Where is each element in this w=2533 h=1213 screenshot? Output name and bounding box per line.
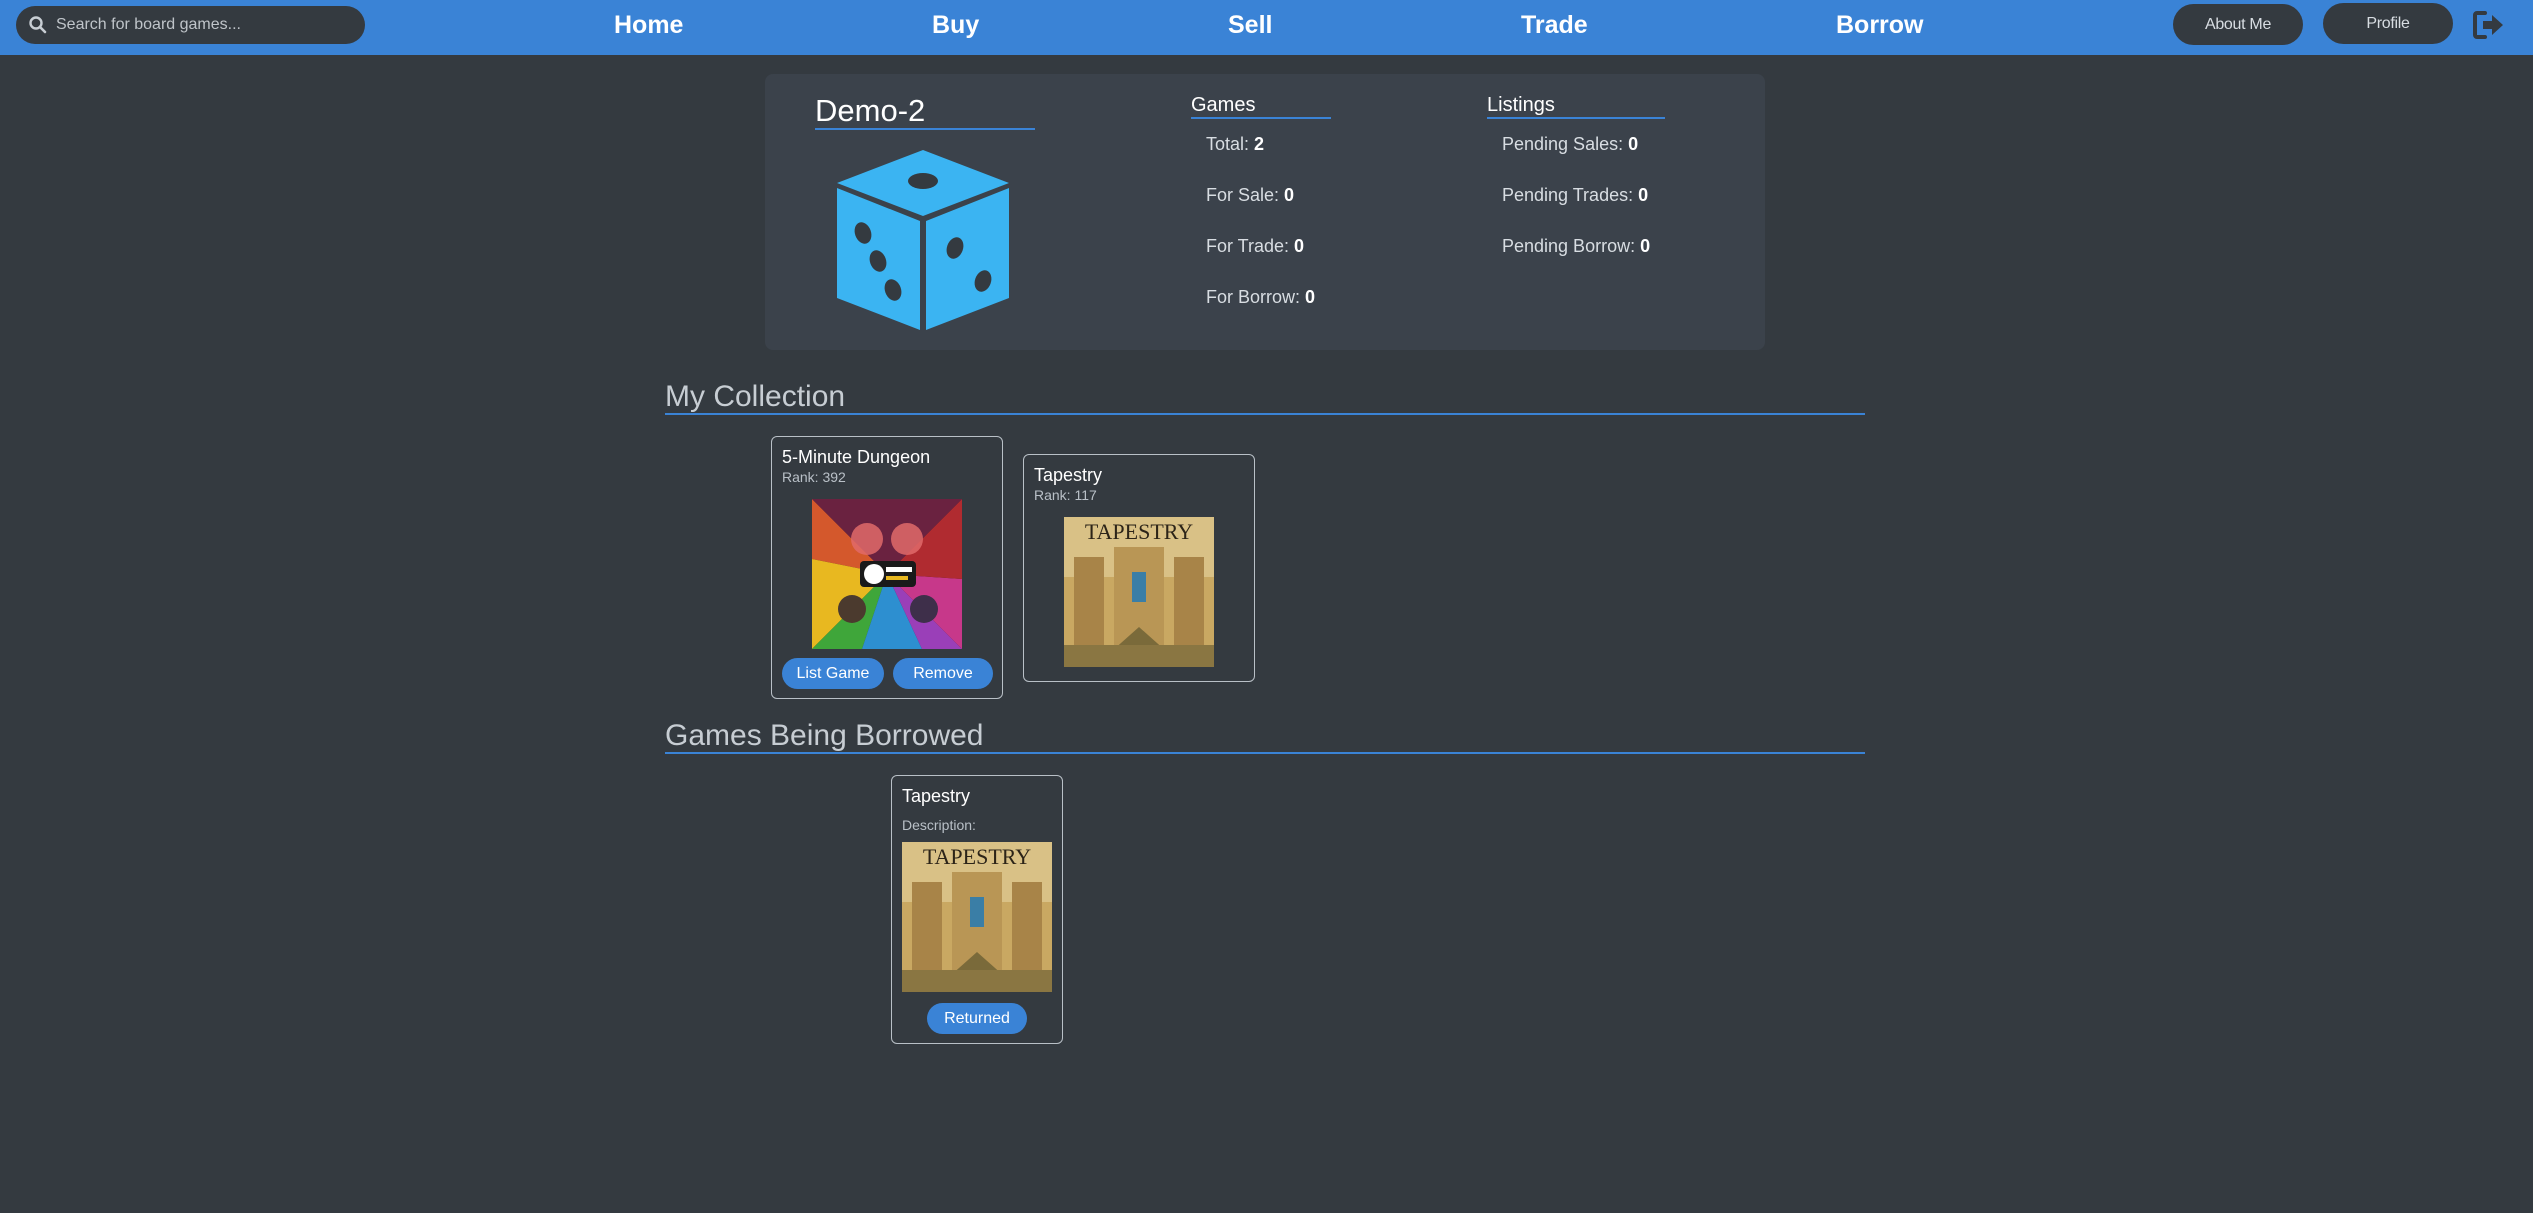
search-icon bbox=[29, 16, 47, 34]
my-collection-divider bbox=[665, 413, 1865, 415]
stat-pending-trades: Pending Trades: 0 bbox=[1502, 185, 1649, 205]
profile-button[interactable]: Profile bbox=[2323, 3, 2453, 44]
nav-buy-link[interactable]: Buy bbox=[932, 11, 979, 40]
top-navbar: Home Buy Sell Trade Borrow About Me Prof… bbox=[0, 0, 2533, 55]
game-cover-image: TAPESTRY bbox=[1064, 517, 1214, 667]
my-collection-heading: My Collection bbox=[665, 380, 846, 413]
games-title-underline bbox=[1191, 117, 1331, 119]
username-heading: Demo-2 bbox=[815, 93, 926, 128]
stat-pending-sales: Pending Sales: 0 bbox=[1502, 134, 1639, 154]
search-bar[interactable] bbox=[16, 6, 365, 44]
search-input[interactable] bbox=[56, 6, 356, 44]
game-rank: Rank: 392 bbox=[782, 469, 846, 485]
game-title: 5-Minute Dungeon bbox=[782, 447, 931, 467]
logout-icon[interactable] bbox=[2472, 10, 2506, 40]
games-being-borrowed-divider bbox=[665, 752, 1865, 754]
games-stats-title: Games bbox=[1191, 94, 1256, 116]
about-me-button[interactable]: About Me bbox=[2173, 4, 2303, 45]
game-cover-image bbox=[812, 499, 962, 649]
collection-card-tapestry: Tapestry Rank: 117 TAPESTRY bbox=[1023, 454, 1255, 682]
stat-total: Total: 2 bbox=[1206, 134, 1265, 154]
nav-sell-link[interactable]: Sell bbox=[1228, 11, 1272, 40]
game-rank: Rank: 117 bbox=[1034, 487, 1097, 503]
tapestry-cover-word: TAPESTRY bbox=[1085, 519, 1193, 544]
remove-game-button[interactable]: Remove bbox=[893, 658, 993, 689]
games-being-borrowed-heading: Games Being Borrowed bbox=[665, 719, 984, 752]
nav-trade-link[interactable]: Trade bbox=[1521, 11, 1588, 40]
nav-borrow-link[interactable]: Borrow bbox=[1836, 11, 1924, 40]
game-title: Tapestry bbox=[902, 786, 971, 806]
username-underline bbox=[815, 128, 1035, 130]
game-title: Tapestry bbox=[1034, 465, 1103, 485]
listings-title-underline bbox=[1487, 117, 1665, 119]
stat-for-sale: For Sale: 0 bbox=[1206, 185, 1295, 205]
collection-card-5-minute-dungeon: 5-Minute Dungeon Rank: 392 List Game Rem… bbox=[771, 436, 1003, 699]
stat-for-trade: For Trade: 0 bbox=[1206, 236, 1305, 256]
game-cover-image: TAPESTRY bbox=[902, 842, 1052, 992]
stat-pending-borrow: Pending Borrow: 0 bbox=[1502, 236, 1651, 256]
returned-button[interactable]: Returned bbox=[927, 1003, 1027, 1034]
dice-icon bbox=[837, 150, 1009, 330]
list-game-button[interactable]: List Game bbox=[782, 658, 884, 689]
stat-for-borrow: For Borrow: 0 bbox=[1206, 287, 1316, 307]
tapestry-cover-word: TAPESTRY bbox=[923, 844, 1031, 869]
borrowed-card-tapestry: Tapestry Description: TAPESTRY Returned bbox=[891, 775, 1063, 1044]
game-description-label: Description: bbox=[902, 817, 976, 833]
nav-home-link[interactable]: Home bbox=[614, 11, 683, 40]
listings-stats-title: Listings bbox=[1487, 94, 1555, 116]
